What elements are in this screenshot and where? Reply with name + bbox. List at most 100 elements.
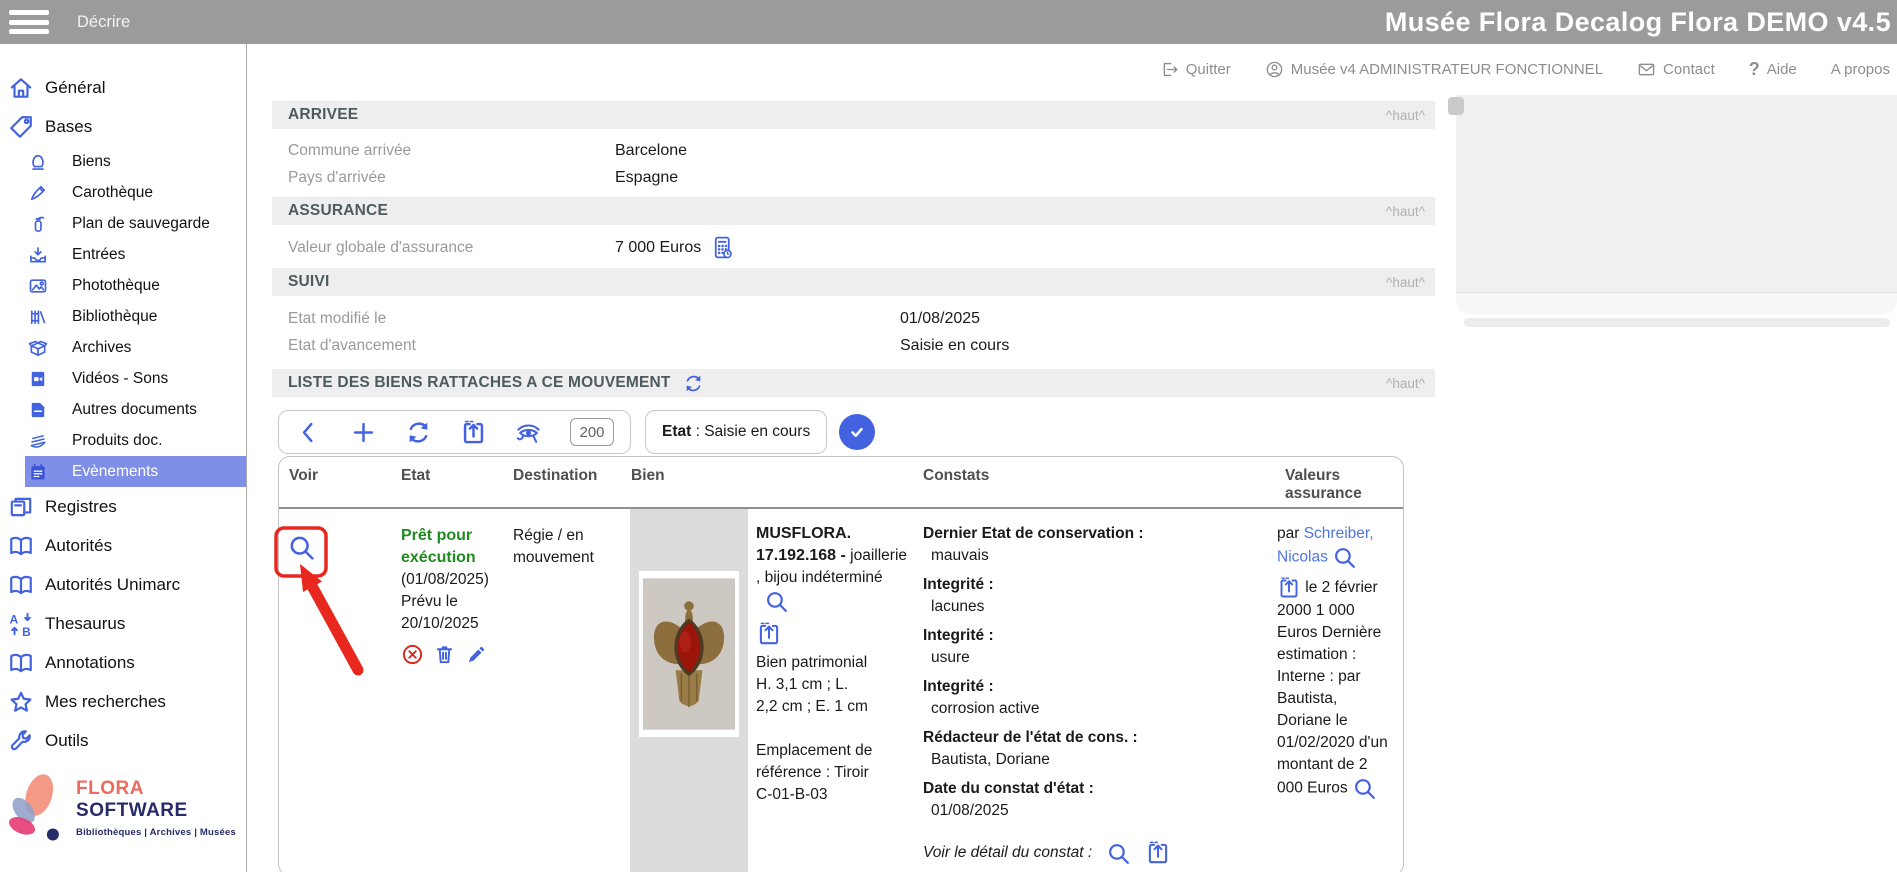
- constat-item: Rédacteur de l'état de cons. :Bautista, …: [923, 727, 1255, 771]
- contact-link[interactable]: Contact: [1637, 60, 1715, 79]
- biens-table: Voir Etat Destination Bien Constats Vale…: [278, 456, 1404, 872]
- video-doc-icon: [28, 369, 48, 389]
- sidebar-item-plan-de-sauvegarde[interactable]: Plan de sauvegarde: [0, 208, 246, 239]
- flora-flower-icon: [4, 762, 64, 852]
- bien-search-icon[interactable]: [764, 589, 789, 614]
- app-window: Décrire Musée Flora Decalog Flora DEMO v…: [0, 0, 1897, 872]
- delete-icon[interactable]: [433, 643, 456, 666]
- user-menu[interactable]: Musée v4 ADMINISTRATEUR FONCTIONNEL: [1265, 60, 1603, 79]
- bien-open-icon[interactable]: [756, 621, 782, 647]
- right-panel-shadow: [1464, 318, 1890, 327]
- calculator-icon[interactable]: [710, 235, 735, 260]
- sidebar-item-entrees[interactable]: Entrées: [0, 239, 246, 270]
- bien-id: MUSFLORA. 17.192.168 -: [756, 525, 851, 564]
- exit-icon: [1160, 60, 1179, 79]
- logo-title: FLORA SOFTWARE: [76, 778, 244, 822]
- menu-label[interactable]: Décrire: [77, 13, 130, 32]
- reload-icon[interactable]: [405, 419, 432, 446]
- constat-open-icon[interactable]: [1145, 840, 1171, 866]
- haut-link[interactable]: ^haut^: [1386, 108, 1425, 123]
- section-title: LISTE DES BIENS RATTACHES A CE MOUVEMENT: [288, 374, 671, 392]
- constat-item: Integrité :usure: [923, 625, 1255, 669]
- author-search-icon[interactable]: [1332, 545, 1357, 570]
- filter-chip[interactable]: Etat : Saisie en cours: [645, 410, 827, 454]
- constat-item: Dernier Etat de conservation :mauvais: [923, 523, 1255, 567]
- col-header-etat: Etat: [391, 457, 503, 507]
- artifact-photo-cell: [630, 509, 748, 872]
- col-header-constats: Constats: [913, 457, 1265, 507]
- sidebar-item-carotheque[interactable]: Carothèque: [0, 177, 246, 208]
- haut-link[interactable]: ^haut^: [1386, 204, 1425, 219]
- cancel-icon[interactable]: [401, 643, 424, 666]
- artifact-icon: [28, 152, 48, 172]
- edit-icon[interactable]: [465, 643, 488, 666]
- home-icon: [8, 75, 34, 101]
- sidebar-item-archives[interactable]: Archives: [0, 332, 246, 363]
- col-header-destination: Destination: [503, 457, 621, 507]
- sidebar-item-autres-documents[interactable]: Autres documents: [0, 394, 246, 425]
- right-side-panel: [1456, 95, 1897, 292]
- open-book-icon: [8, 572, 34, 598]
- add-icon[interactable]: [350, 419, 377, 446]
- sidebar-item-produits-doc[interactable]: Produits doc.: [0, 425, 246, 456]
- ab-translate-icon: [8, 611, 34, 637]
- brush-icon: [28, 183, 48, 203]
- eagle-brooch-image: [643, 575, 735, 733]
- artifact-photo: [639, 571, 739, 737]
- haut-link[interactable]: ^haut^: [1386, 275, 1425, 290]
- flora-software-logo: FLORA SOFTWARE Bibliothèques | Archives …: [4, 762, 244, 852]
- refresh-icon[interactable]: [683, 373, 704, 394]
- sidebar-item-registres[interactable]: Registres: [0, 487, 246, 526]
- open-book-icon: [8, 533, 34, 559]
- table-row: Prêt pour exécution (01/08/2025) Prévu l…: [279, 509, 1403, 872]
- sidebar-item-bases[interactable]: Bases: [0, 107, 246, 146]
- panel-collapse-handle[interactable]: [1448, 97, 1464, 115]
- export-icon[interactable]: [460, 419, 487, 446]
- sidebar-item-bibliotheque[interactable]: Bibliothèque: [0, 301, 246, 332]
- field-row: Valeur globale d'assurance 7 000 Euros: [272, 234, 1435, 261]
- sidebar-item-mes-recherches[interactable]: Mes recherches: [0, 682, 246, 721]
- field-row: Commune arrivéeBarcelone: [272, 137, 1435, 164]
- page-size-input[interactable]: [570, 418, 614, 446]
- status-date: (01/08/2025): [401, 569, 497, 591]
- user-icon: [1265, 60, 1284, 79]
- sidebar-item-autorites-unimarc[interactable]: Autorités Unimarc: [0, 565, 246, 604]
- field-row: Pays d'arrivéeEspagne: [272, 164, 1435, 191]
- view-record-search-icon[interactable]: [287, 533, 316, 562]
- sidebar-item-evenements[interactable]: Evènements: [25, 456, 246, 487]
- hamburger-menu-icon[interactable]: [9, 7, 49, 37]
- sidebar-item-videos-sons[interactable]: Vidéos - Sons: [0, 363, 246, 394]
- star-icon: [8, 689, 34, 715]
- constat-item: Integrité :lacunes: [923, 574, 1255, 618]
- apply-filter-button[interactable]: [839, 414, 875, 450]
- valeur-open-icon[interactable]: [1277, 576, 1301, 600]
- a-propos-link[interactable]: A propos: [1831, 61, 1890, 78]
- constat-search-icon[interactable]: [1106, 841, 1131, 866]
- sidebar: Général Bases Biens Carothèque Plan de s…: [0, 44, 247, 872]
- sidebar-item-general[interactable]: Général: [0, 68, 246, 107]
- section-title: SUIVI: [288, 273, 329, 291]
- check-icon: [847, 422, 867, 442]
- mail-icon: [1637, 60, 1656, 79]
- sidebar-item-autorites[interactable]: Autorités: [0, 526, 246, 565]
- back-chevron-icon[interactable]: [295, 419, 322, 446]
- estimation-search-icon[interactable]: [1352, 776, 1377, 801]
- sidebar-item-thesaurus[interactable]: Thesaurus: [0, 604, 246, 643]
- constat-item: Date du constat d'état :01/08/2025: [923, 778, 1255, 822]
- cell-constats: Dernier Etat de conservation :mauvais In…: [913, 509, 1265, 872]
- quitter-button[interactable]: Quitter: [1160, 60, 1231, 79]
- cell-valeurs: par Schreiber, Nicolas le 2 février 2000…: [1265, 509, 1404, 872]
- sidebar-item-annotations[interactable]: Annotations: [0, 643, 246, 682]
- section-suivi-header: SUIVI ^haut^: [272, 268, 1435, 296]
- sidebar-item-biens[interactable]: Biens: [0, 146, 246, 177]
- sidebar-item-outils[interactable]: Outils: [0, 721, 246, 760]
- logo-tagline: Bibliothèques | Archives | Musées: [76, 827, 244, 838]
- cell-destination: Régie / en mouvement: [503, 509, 621, 872]
- sidebar-item-phototheque[interactable]: Photothèque: [0, 270, 246, 301]
- aide-link[interactable]: ?Aide: [1749, 59, 1797, 80]
- planned-date: Prévu le 20/10/2025: [401, 591, 497, 635]
- col-header-bien: Bien: [621, 457, 913, 507]
- haut-link[interactable]: ^haut^: [1386, 376, 1425, 391]
- eye-view-icon[interactable]: [515, 419, 542, 446]
- inbox-arrow-icon: [28, 245, 48, 265]
